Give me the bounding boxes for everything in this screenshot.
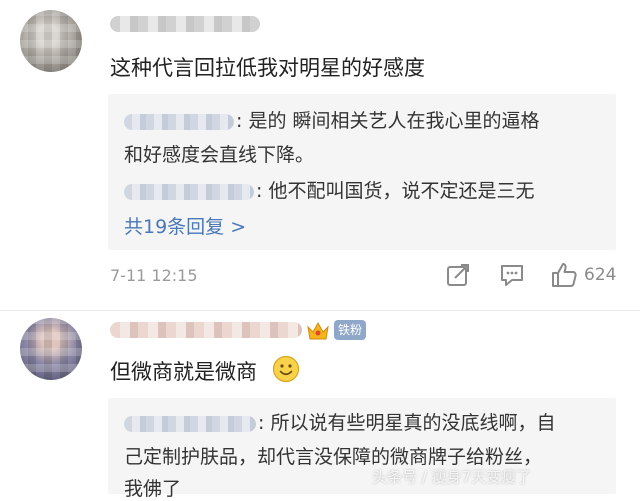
- reply-text: : 他不配叫国货，说不定还是三无: [256, 180, 535, 202]
- fan-badge: 铁粉: [334, 320, 366, 340]
- reply-username-blurred[interactable]: [124, 183, 254, 200]
- share-icon[interactable]: [444, 261, 472, 289]
- avatar[interactable]: [20, 10, 82, 72]
- reply-text-continued: 和好感度会直线下降。: [124, 144, 315, 166]
- crown-icon: [307, 321, 329, 340]
- reply-username-blurred[interactable]: [124, 415, 256, 432]
- more-replies-link[interactable]: 共19条回复 >: [124, 212, 246, 239]
- comment-timestamp: 7-11 12:15: [110, 266, 198, 285]
- comment-text: 这种代言回拉低我对明星的好感度: [110, 56, 425, 80]
- like-icon[interactable]: [550, 261, 578, 289]
- reply-text-continued: 己定制护肤品，却代言没保障的微商牌子给粉丝，: [124, 446, 543, 468]
- reply-item[interactable]: : 是的 瞬间相关艺人在我心里的逼格: [124, 106, 539, 133]
- smiley-emoji-icon: [272, 355, 300, 383]
- comment-icon[interactable]: [498, 261, 526, 289]
- reply-username-blurred[interactable]: [124, 113, 234, 130]
- reply-text: : 是的 瞬间相关艺人在我心里的逼格: [236, 110, 540, 132]
- username-blurred[interactable]: [110, 16, 260, 32]
- reply-text: : 所以说有些明星真的没底线啊，自: [258, 412, 556, 434]
- comment-item: 这种代言回拉低我对明星的好感度 : 是的 瞬间相关艺人在我心里的逼格 和好感度会…: [0, 0, 640, 312]
- reply-box[interactable]: : 所以说有些明星真的没底线啊，自 己定制护肤品，却代言没保障的微商牌子给粉丝，…: [108, 398, 616, 500]
- watermark: 头条号 / 瘦身7天变瘦了: [372, 468, 532, 486]
- reply-item[interactable]: : 所以说有些明星真的没底线啊，自: [124, 408, 555, 435]
- reply-box[interactable]: : 是的 瞬间相关艺人在我心里的逼格 和好感度会直线下降。 : 他不配叫国货，说…: [108, 94, 616, 250]
- reply-item[interactable]: : 他不配叫国货，说不定还是三无: [124, 176, 534, 203]
- username-blurred[interactable]: [110, 322, 302, 338]
- comment-text: 但微商就是微商: [110, 360, 257, 384]
- reply-text-continued: 我佛了: [124, 478, 182, 500]
- avatar[interactable]: [20, 318, 82, 380]
- like-count: 624: [584, 265, 617, 285]
- divider: [0, 310, 640, 311]
